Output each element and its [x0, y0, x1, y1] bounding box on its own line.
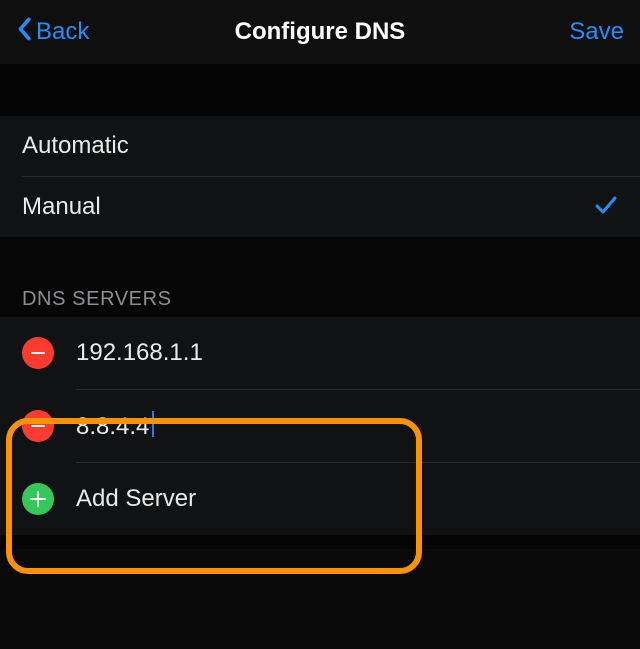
spacer — [0, 237, 640, 277]
mode-manual-label: Manual — [22, 193, 101, 221]
add-server-label: Add Server — [76, 485, 618, 513]
spacer — [0, 535, 640, 549]
remove-server-button[interactable] — [22, 337, 54, 369]
server-row[interactable]: 8.8.4.4 — [0, 390, 640, 462]
bottom-area — [0, 549, 640, 649]
dns-mode-section: Automatic Manual — [0, 116, 640, 237]
remove-server-button[interactable] — [22, 410, 54, 442]
server-row[interactable]: 192.168.1.1 — [0, 317, 640, 389]
server-value[interactable]: 192.168.1.1 — [76, 339, 618, 367]
server-value-text: 8.8.4.4 — [76, 413, 149, 440]
check-icon — [594, 192, 618, 223]
minus-icon — [31, 352, 45, 355]
mode-automatic-label: Automatic — [22, 132, 129, 160]
nav-bar: Back Configure DNS Save — [0, 0, 640, 64]
dns-servers-section: 192.168.1.1 8.8.4.4 Add Server — [0, 317, 640, 535]
spacer — [0, 64, 640, 116]
save-button[interactable]: Save — [569, 18, 624, 46]
plus-icon — [30, 491, 46, 507]
back-label: Back — [36, 18, 89, 46]
back-button[interactable]: Back — [16, 17, 136, 48]
mode-manual-row[interactable]: Manual — [0, 177, 640, 237]
add-server-button[interactable] — [22, 483, 54, 515]
minus-icon — [31, 425, 45, 428]
text-caret — [152, 411, 154, 437]
dns-servers-header: DNS SERVERS — [0, 277, 640, 317]
add-server-row[interactable]: Add Server — [0, 463, 640, 535]
mode-automatic-row[interactable]: Automatic — [0, 116, 640, 176]
page-title: Configure DNS — [235, 18, 406, 45]
chevron-left-icon — [16, 17, 32, 48]
server-value[interactable]: 8.8.4.4 — [76, 411, 618, 441]
